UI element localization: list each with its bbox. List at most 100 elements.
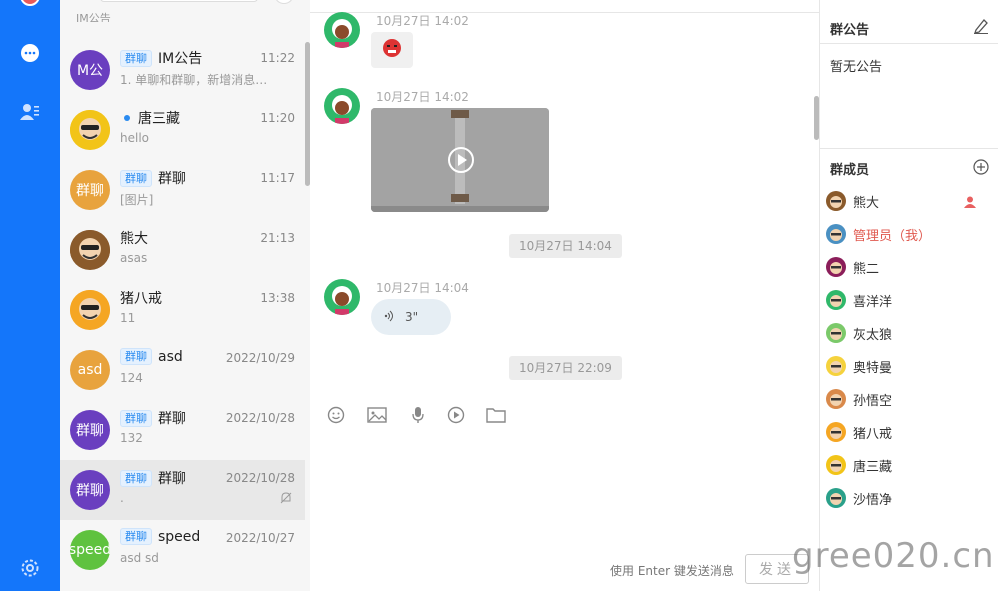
member-item[interactable]: 灰太狼 [820, 318, 998, 348]
conversation-time: 2022/10/29 [225, 351, 295, 365]
sender-avatar[interactable] [324, 12, 360, 48]
zhu-bajie-avatar-icon [70, 290, 110, 330]
group-tag: 群聊 [120, 348, 152, 365]
video-icon[interactable] [445, 404, 467, 426]
conversation-item[interactable]: 群聊 群聊 群聊 2022/10/28. [60, 460, 305, 520]
conversation-preview: 11 [120, 311, 136, 325]
conversation-item[interactable]: speed 群聊 speed 2022/10/27 asd sd [60, 520, 305, 580]
image-icon[interactable] [366, 404, 388, 426]
member-name: 沙悟净 [853, 493, 893, 508]
conversation-title: 群聊 [158, 171, 186, 187]
member-item[interactable]: 孙悟空 [820, 384, 998, 414]
conversation-name: 群聊 群聊 [120, 468, 186, 488]
bear-avatar-icon [70, 230, 110, 270]
group-tag: 群聊 [120, 470, 152, 487]
conversation-preview: . [120, 491, 124, 505]
system-time: 10月27日 14:04 [509, 234, 622, 258]
conversation-name: 群聊 群聊 [120, 168, 186, 188]
chat-bubble-icon[interactable] [18, 41, 42, 65]
chat-app: IM公告 M公 群聊 IM公告 11:22 1. 单聊和群聊，新增消息… 唐三藏 11:20… [0, 0, 998, 591]
avatar-text: 群聊 [76, 423, 104, 439]
settings-icon[interactable] [18, 556, 42, 580]
announcement-divider [820, 43, 998, 44]
member-item[interactable]: 喜洋洋 [820, 285, 998, 315]
conversation-title: 群聊 [158, 471, 186, 487]
conversation-preview: asas [120, 251, 148, 265]
group-info-panel: 群公告 暂无公告 群成员 熊大 管理员（我） 熊二 喜洋洋 灰太狼 奥特曼 孙悟空 猪八戒 唐三… [819, 0, 998, 591]
chat-panel: 10月27日 14:02 10月27日 14:02 10月27日 14:04 1… [310, 0, 819, 591]
conversation-title: speed [158, 529, 201, 545]
group-tag: 群聊 [120, 170, 152, 187]
conversation-item[interactable]: 群聊 群聊 群聊 11:17 [图片] [60, 160, 305, 220]
member-name: 熊大 [853, 196, 880, 211]
send-hint: 使用 Enter 键发送消息 [610, 564, 734, 578]
member-item[interactable]: 唐三藏 [820, 450, 998, 480]
message-time: 10月27日 14:02 [376, 14, 469, 28]
announcement-header: 群公告 [820, 12, 998, 44]
user-avatar[interactable] [20, 0, 40, 6]
conversation-preview: hello [120, 131, 149, 145]
avatar: 群聊 [70, 170, 110, 210]
conversation-name: 熊大 [120, 228, 148, 248]
member-item[interactable]: 猪八戒 [820, 417, 998, 447]
conversation-item[interactable]: M公 群聊 IM公告 11:22 1. 单聊和群聊，新增消息… [60, 40, 305, 100]
member-item[interactable]: 熊大 [820, 186, 998, 216]
folder-icon[interactable] [485, 404, 507, 426]
member-avatar [826, 455, 846, 475]
conversation-time: 13:38 [260, 291, 295, 305]
voice-message[interactable]: 3" [371, 299, 451, 335]
voice-duration: 3" [405, 310, 419, 324]
sender-avatar[interactable] [324, 279, 360, 315]
member-avatar [826, 422, 846, 442]
conversation-cut-label: IM公告 [76, 12, 111, 22]
avatar-text: speed [70, 542, 110, 558]
members-divider [820, 148, 998, 149]
conversation-preview: 124 [120, 371, 143, 385]
add-member-icon[interactable] [973, 159, 989, 179]
member-name: 管理员（我） [853, 229, 932, 244]
member-avatar [826, 290, 846, 310]
member-item[interactable]: 熊二 [820, 252, 998, 282]
online-dot [124, 115, 130, 121]
member-avatar [826, 323, 846, 343]
search-input[interactable] [100, 0, 258, 2]
conversation-item[interactable]: 熊大 21:13 asas [60, 220, 305, 280]
members-title: 群成员 [830, 163, 870, 178]
member-item[interactable]: 管理员（我） [820, 219, 998, 249]
conversation-time: 11:17 [260, 171, 295, 185]
sender-avatar[interactable] [324, 88, 360, 124]
angry-face-emoji-icon [382, 38, 402, 62]
avatar-text: M公 [76, 63, 104, 79]
member-name: 熊二 [853, 262, 880, 277]
conversation-title: 猪八戒 [120, 291, 162, 307]
member-item[interactable]: 奥特曼 [820, 351, 998, 381]
emoji-icon[interactable] [325, 404, 347, 426]
add-conversation-button[interactable] [274, 0, 294, 4]
avatar: speed [70, 530, 110, 570]
avatar: 群聊 [70, 410, 110, 450]
conversation-time: 11:22 [260, 51, 295, 65]
edit-pencil-icon[interactable] [973, 18, 989, 38]
conversation-item[interactable]: 唐三藏 11:20 hello [60, 100, 305, 160]
owner-badge-icon [963, 194, 977, 208]
member-name: 灰太狼 [853, 328, 893, 343]
tang-sanzang-avatar-icon [70, 110, 110, 150]
voice-wave-icon [383, 310, 395, 325]
conversation-item[interactable]: 群聊 群聊 群聊 2022/10/28 132 [60, 400, 305, 460]
conversation-name: 群聊 speed [120, 528, 200, 545]
conversation-item[interactable]: 猪八戒 13:38 11 [60, 280, 305, 340]
member-item[interactable]: 沙悟净 [820, 483, 998, 513]
emoji-message[interactable] [371, 32, 413, 68]
member-name: 唐三藏 [853, 460, 893, 475]
video-message[interactable] [371, 108, 549, 212]
play-video-button[interactable] [448, 147, 474, 173]
message-time: 10月27日 14:02 [376, 90, 469, 104]
conversation-preview: asd sd [120, 551, 159, 565]
microphone-icon[interactable] [407, 404, 429, 426]
conversation-item[interactable]: asd 群聊 asd 2022/10/29 124 [60, 340, 305, 400]
conversation-preview: 1. 单聊和群聊，新增消息… [120, 73, 268, 87]
avatar: 群聊 [70, 470, 110, 510]
contacts-icon[interactable] [18, 100, 42, 124]
group-tag: 群聊 [120, 50, 152, 67]
avatar [70, 290, 110, 330]
